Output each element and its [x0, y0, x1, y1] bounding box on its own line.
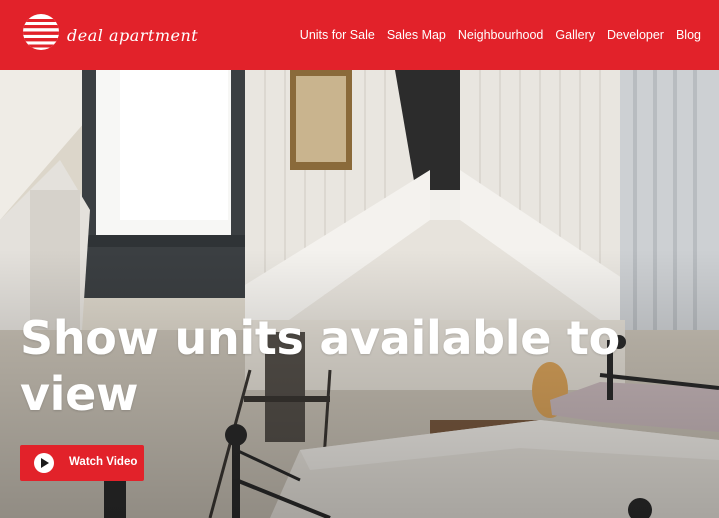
watch-video-label: Watch Video — [69, 456, 138, 468]
hero-headline: Show units available to view — [20, 311, 620, 421]
striped-globe-icon — [23, 14, 59, 50]
watch-video-button[interactable]: Watch Video — [20, 445, 144, 481]
play-circle-icon — [34, 453, 54, 473]
main-nav: Units for Sale Sales Map Neighbourhood G… — [300, 0, 701, 70]
play-triangle — [41, 458, 49, 468]
nav-item-neighbourhood[interactable]: Neighbourhood — [458, 28, 544, 42]
nav-item-sales-map[interactable]: Sales Map — [387, 28, 446, 42]
site-header: deal apartment Units for Sale Sales Map … — [0, 0, 719, 70]
nav-item-gallery[interactable]: Gallery — [555, 28, 595, 42]
brand-name: deal apartment — [67, 25, 199, 45]
hero-section: Show units available to view Watch Video — [0, 70, 719, 518]
nav-item-units-for-sale[interactable]: Units for Sale — [300, 28, 375, 42]
brand-logo[interactable]: deal apartment — [22, 13, 198, 51]
nav-item-blog[interactable]: Blog — [676, 28, 701, 42]
nav-item-developer[interactable]: Developer — [607, 28, 664, 42]
